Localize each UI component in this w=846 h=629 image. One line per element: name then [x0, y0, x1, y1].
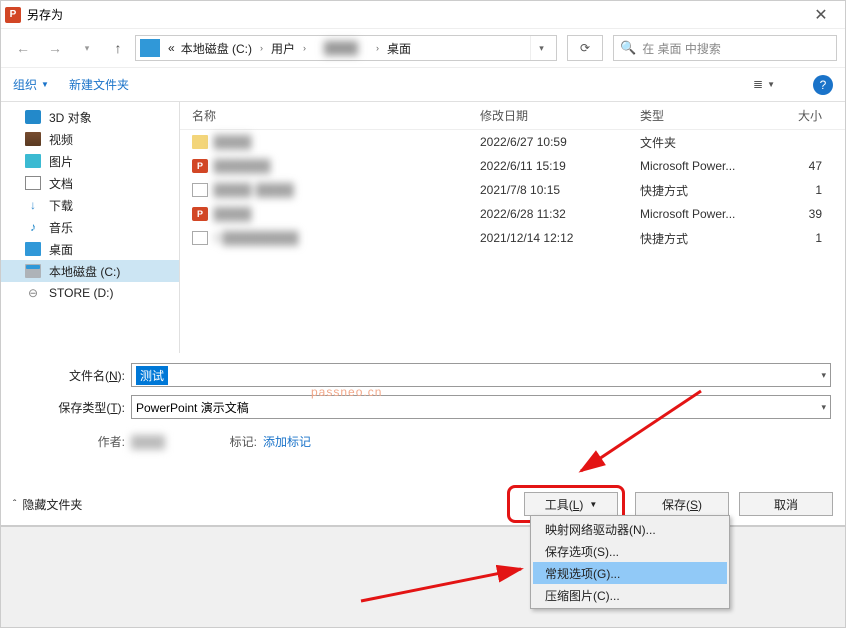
music-icon: ♪	[25, 220, 41, 234]
downloads-icon: ↓	[25, 198, 41, 212]
crumb-user[interactable]: 用户	[269, 40, 297, 57]
shortcut-icon	[192, 231, 208, 245]
chevron-right-icon[interactable]: ›	[256, 43, 267, 53]
address-dropdown[interactable]: ▾	[530, 36, 552, 60]
disk-icon: ⊖	[25, 286, 41, 300]
3d-icon	[25, 110, 41, 124]
search-input[interactable]: 🔍 在 桌面 中搜索	[613, 35, 837, 61]
recent-history-button[interactable]: ▾	[73, 34, 101, 62]
menu-map-network-drive[interactable]: 映射网络驱动器(N)...	[533, 518, 727, 540]
documents-icon	[25, 176, 41, 190]
folder-icon	[192, 135, 208, 149]
newfolder-button[interactable]: 新建文件夹	[69, 76, 129, 93]
crumb-prefix: «	[166, 41, 177, 55]
search-icon: 🔍	[620, 40, 636, 56]
sidebar-item-video[interactable]: 视频	[1, 128, 179, 150]
file-row[interactable]: P██████ 2022/6/11 15:19Microsoft Power..…	[180, 154, 845, 178]
address-bar[interactable]: « 本地磁盘 (C:) › 用户 › ████ › 桌面 ▾	[135, 35, 557, 61]
column-date[interactable]: 修改日期	[480, 107, 640, 124]
sidebar-item-3d[interactable]: 3D 对象	[1, 106, 179, 128]
view-toggle[interactable]: ≣▼	[753, 77, 775, 92]
desktop-icon	[25, 242, 41, 256]
powerpoint-icon: P	[5, 7, 21, 23]
column-headers: 名称 修改日期 类型 大小	[180, 102, 845, 130]
sidebar: 3D 对象 视频 图片 文档 ↓下载 ♪音乐 桌面 本地磁盘 (C:) ⊖STO…	[1, 102, 179, 353]
filename-label: 文件名(N):	[9, 367, 131, 384]
window-title: 另存为	[27, 6, 801, 23]
tools-button[interactable]: 工具(L) ▼	[524, 492, 618, 516]
savetype-select[interactable]: PowerPoint 演示文稿 ▾	[131, 395, 831, 419]
sidebar-item-c-drive[interactable]: 本地磁盘 (C:)	[1, 260, 179, 282]
column-size[interactable]: 大小	[774, 107, 830, 124]
file-row[interactable]: P████ 2022/6/28 11:32Microsoft Power...3…	[180, 202, 845, 226]
refresh-button[interactable]: ⟳	[567, 35, 603, 61]
chevron-down-icon: ▼	[589, 500, 597, 509]
sidebar-item-d-drive[interactable]: ⊖STORE (D:)	[1, 282, 179, 304]
crumb-drive[interactable]: 本地磁盘 (C:)	[179, 40, 254, 57]
menu-general-options[interactable]: 常规选项(G)...	[533, 562, 727, 584]
author-label: 作者:	[9, 433, 131, 450]
crumb-username[interactable]: ████	[312, 41, 370, 55]
chevron-right-icon[interactable]: ›	[299, 43, 310, 53]
disk-icon	[25, 264, 41, 278]
ppt-icon: P	[192, 159, 208, 173]
sidebar-item-documents[interactable]: 文档	[1, 172, 179, 194]
chevron-up-icon: ˆ	[13, 499, 16, 510]
sidebar-item-downloads[interactable]: ↓下载	[1, 194, 179, 216]
chevron-right-icon[interactable]: ›	[372, 43, 383, 53]
tools-dropdown: 映射网络驱动器(N)... 保存选项(S)... 常规选项(G)... 压缩图片…	[530, 515, 730, 609]
menu-save-options[interactable]: 保存选项(S)...	[533, 540, 727, 562]
save-button[interactable]: 保存(S)	[635, 492, 729, 516]
file-pane: 名称 修改日期 类型 大小 ████ 2022/6/27 10:59文件夹 P█…	[179, 102, 845, 353]
file-row[interactable]: ████ 2022/6/27 10:59文件夹	[180, 130, 845, 154]
tags-input[interactable]: 添加标记	[263, 433, 311, 450]
up-button[interactable]: ↑	[105, 35, 131, 61]
menu-compress-image[interactable]: 压缩图片(C)...	[533, 584, 727, 606]
search-placeholder: 在 桌面 中搜索	[642, 40, 721, 57]
savetype-label: 保存类型(T):	[9, 399, 131, 416]
help-icon[interactable]: ?	[813, 75, 833, 95]
pictures-icon	[25, 154, 41, 168]
tags-label: 标记:	[211, 433, 263, 450]
chevron-down-icon[interactable]: ▾	[821, 402, 826, 413]
author-value[interactable]: ████	[131, 435, 211, 449]
crumb-desktop[interactable]: 桌面	[385, 40, 413, 57]
close-button[interactable]: ✕	[801, 1, 841, 29]
file-row[interactable]: E████████ 2021/12/14 12:12快捷方式1	[180, 226, 845, 250]
back-button[interactable]: ←	[9, 34, 37, 62]
file-row[interactable]: ████ ████ 2021/7/8 10:15快捷方式1	[180, 178, 845, 202]
column-name[interactable]: 名称	[180, 107, 480, 124]
sidebar-item-pictures[interactable]: 图片	[1, 150, 179, 172]
cancel-button[interactable]: 取消	[739, 492, 833, 516]
hide-folders-button[interactable]: ˆ 隐藏文件夹	[13, 496, 82, 513]
sidebar-item-music[interactable]: ♪音乐	[1, 216, 179, 238]
drive-icon	[140, 39, 160, 57]
column-type[interactable]: 类型	[640, 107, 774, 124]
chevron-down-icon[interactable]: ▾	[821, 370, 826, 381]
organize-menu[interactable]: 组织▼	[13, 76, 49, 93]
shortcut-icon	[192, 183, 208, 197]
filename-input[interactable]: 测试 ▾	[131, 363, 831, 387]
sidebar-item-desktop[interactable]: 桌面	[1, 238, 179, 260]
ppt-icon: P	[192, 207, 208, 221]
video-icon	[25, 132, 41, 146]
forward-button[interactable]: →	[41, 34, 69, 62]
